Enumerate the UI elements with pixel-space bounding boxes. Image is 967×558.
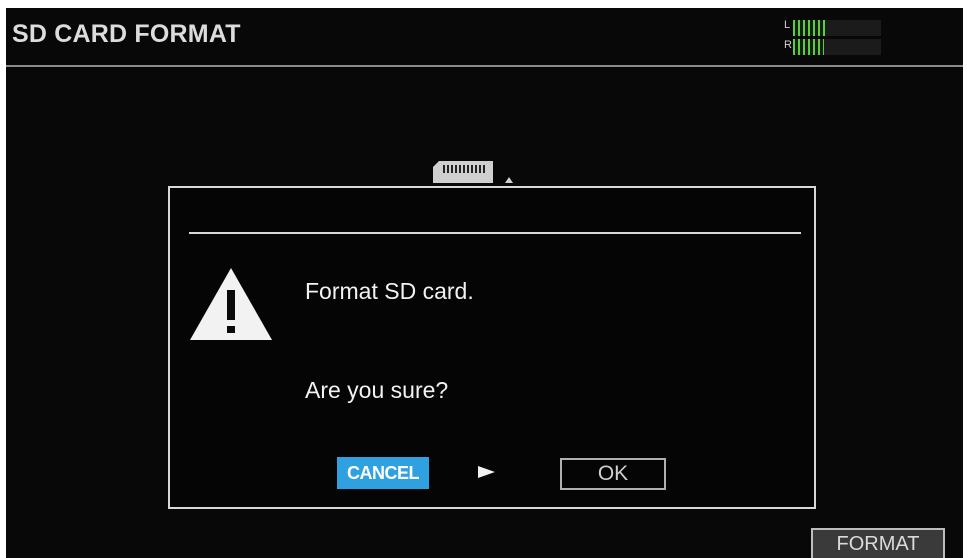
meter-left-label: L	[784, 19, 791, 31]
meter-right-fill	[793, 39, 824, 55]
cancel-button[interactable]: CANCEL	[337, 457, 429, 489]
dialog-divider	[189, 232, 801, 234]
meter-left-bar	[793, 20, 881, 36]
right-arrow-icon	[478, 466, 495, 478]
dialog-message-line1: Format SD card.	[305, 278, 474, 304]
meter-right-bar	[793, 39, 881, 55]
format-tab[interactable]: FORMAT	[811, 528, 945, 558]
page-title: SD CARD FORMAT	[12, 20, 241, 48]
meter-left-fill	[793, 20, 827, 36]
dialog-message-line2: Are you sure?	[305, 377, 449, 403]
level-meter: L R	[784, 18, 882, 58]
header-divider	[6, 65, 963, 67]
ok-button[interactable]: OK	[560, 458, 666, 490]
meter-right-label: R	[784, 39, 792, 51]
device-screen: SD CARD FORMAT L R Format SD card. Are y…	[6, 8, 963, 558]
confirm-dialog: Format SD card. Are you sure? CANCEL OK	[168, 186, 816, 509]
warning-icon	[190, 268, 272, 340]
